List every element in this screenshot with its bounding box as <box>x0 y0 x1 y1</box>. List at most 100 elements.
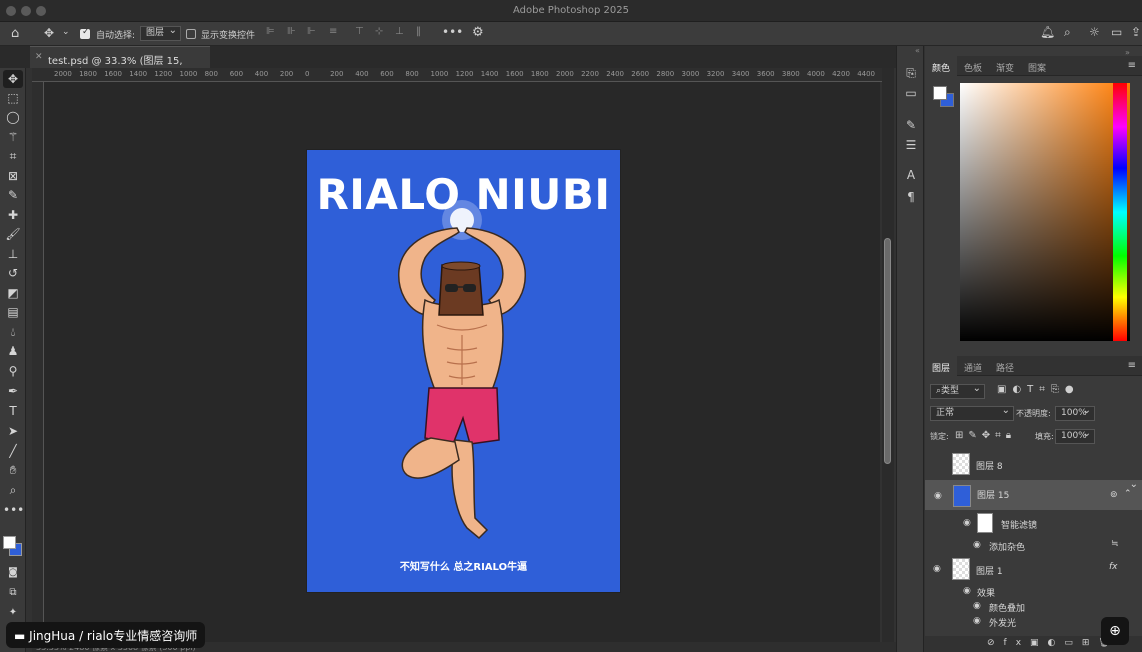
share-icon[interactable]: ⇪ <box>1131 25 1141 39</box>
tab-channels[interactable]: 通道 <box>957 356 989 376</box>
align-right-icon[interactable]: ⊩ <box>307 26 316 37</box>
tab-swatches[interactable]: 色板 <box>957 56 989 76</box>
history-brush-tool-icon[interactable]: ↺ <box>3 264 23 282</box>
fill-input[interactable]: 100% <box>1055 427 1095 444</box>
move-tool-icon[interactable]: ✥ <box>3 70 23 88</box>
artwork-tagline: 不知写什么 总之RIALO牛逼 <box>399 562 528 573</box>
screen-mode-icon[interactable]: ⧉ <box>3 584 23 602</box>
foreground-color-swatch[interactable] <box>3 536 16 549</box>
distribute-horizontal-icon[interactable]: ≡ <box>329 26 337 37</box>
dodge-tool-icon[interactable]: ♟ <box>3 342 23 360</box>
panel-menu-icon[interactable]: ≡ <box>1122 56 1142 75</box>
layer-filter-icons[interactable]: ▣◐T⌗⎘● <box>997 384 1080 395</box>
tab-gradients[interactable]: 渐变 <box>989 56 1021 76</box>
vertical-ruler[interactable] <box>32 82 44 642</box>
pen-tool-icon[interactable]: ✒ <box>3 382 23 400</box>
search-icon[interactable]: ⌕ <box>1064 25 1071 40</box>
fx-icon[interactable]: fx <box>1109 562 1118 572</box>
document-artwork[interactable]: RIALO NIUBI 不知写什么 总之RIALO牛逼 <box>307 150 620 592</box>
move-tool-preset-icon[interactable]: ✥ <box>44 26 54 40</box>
auto-select-checkbox[interactable] <box>80 27 90 39</box>
edit-toolbar-icon[interactable]: ••• <box>3 501 24 519</box>
color-field[interactable] <box>960 83 1130 341</box>
eye-icon[interactable]: ◉ <box>973 601 981 611</box>
bulb-icon[interactable]: ☼ <box>1089 25 1100 39</box>
history-panel-icon[interactable]: ⎘ <box>903 66 919 81</box>
lock-icons[interactable]: ⊞✎✥⌗🔒︎ <box>955 430 1016 441</box>
crop-tool-icon[interactable]: ⌗ <box>3 147 23 165</box>
effect-row[interactable]: ◉ 颜色叠加 <box>925 599 1142 614</box>
magic-wand-tool-icon[interactable]: ⚚ <box>3 128 23 146</box>
align-left-icon[interactable]: ⊫ <box>266 26 275 37</box>
smudge-tool-icon[interactable]: ⚲ <box>3 362 23 380</box>
bell-icon[interactable]: 🔔︎ <box>1040 25 1055 39</box>
opacity-input[interactable]: 100% <box>1055 404 1095 421</box>
filter-options-icon[interactable]: ≒ <box>1111 539 1119 549</box>
more-options-button[interactable]: ••• <box>442 25 463 39</box>
healing-brush-tool-icon[interactable]: ✚ <box>3 206 23 224</box>
adjustments-icon[interactable]: ☰ <box>903 138 919 152</box>
marquee-tool-icon[interactable]: ⬚ <box>3 89 23 107</box>
show-transform-checkbox[interactable] <box>186 29 196 39</box>
tab-patterns[interactable]: 图案 <box>1021 56 1053 76</box>
workspace-icon[interactable]: ▭ <box>1111 25 1122 39</box>
eye-icon[interactable]: ◉ <box>933 564 941 574</box>
align-middle-icon[interactable]: ⊹ <box>375 26 383 37</box>
hand-tool-icon[interactable]: ✋︎ <box>3 461 23 479</box>
zoom-tool-icon[interactable]: ⌕ <box>3 481 23 499</box>
eraser-tool-icon[interactable]: ◩ <box>3 284 23 302</box>
tab-paths[interactable]: 路径 <box>989 356 1021 376</box>
layers-menu-icon[interactable]: ≡ <box>1122 356 1142 375</box>
effects-row[interactable]: ◉ 效果 <box>925 584 1142 599</box>
hue-slider[interactable] <box>1113 83 1127 341</box>
eyedropper-tool-icon[interactable]: ✎ <box>3 186 23 204</box>
frame-tool-icon[interactable]: ⊠ <box>3 167 23 185</box>
zoom-in-icon[interactable]: ⊕ <box>1101 617 1129 645</box>
chevron-down-icon[interactable]: ⌄ <box>62 27 70 37</box>
align-center-icon[interactable]: ⊪ <box>287 26 296 37</box>
layer-row[interactable]: ◉ 图层 1 fx <box>925 554 1142 584</box>
path-selection-tool-icon[interactable]: ➤ <box>3 422 23 440</box>
home-icon[interactable]: ⌂ <box>11 26 19 41</box>
layer-row-selected[interactable]: ◉ 图层 15 ⊚ ⌃ <box>925 478 1142 510</box>
gear-icon[interactable]: ⚙ <box>472 25 484 40</box>
scrollbar-thumb[interactable] <box>884 238 891 464</box>
gradient-tool-icon[interactable]: ▤ <box>3 303 23 321</box>
clone-stamp-tool-icon[interactable]: ⊥ <box>3 245 23 263</box>
eye-icon[interactable]: ◉ <box>973 540 981 550</box>
generative-icon[interactable]: ✦ <box>3 604 23 622</box>
horizontal-ruler[interactable]: 2000 1800 1600 1400 1200 1000 800 600 400 200 0 200… <box>32 68 882 82</box>
smart-filters-row[interactable]: ◉ 智能滤镜 <box>925 510 1142 536</box>
align-bottom-icon[interactable]: ⊥ <box>395 26 404 37</box>
line-tool-icon[interactable]: ╱ <box>3 442 23 460</box>
collapse-arrow-icon[interactable]: ⌃ <box>1124 488 1132 501</box>
lasso-tool-icon[interactable]: ◯ <box>3 108 23 126</box>
close-tab-icon[interactable]: ✕ <box>35 52 43 62</box>
blend-mode-dropdown[interactable]: 正常 <box>930 404 1014 421</box>
paragraph-panel-icon[interactable]: ¶ <box>903 190 919 204</box>
eye-icon[interactable]: ◉ <box>963 518 971 528</box>
effects-label: 效果 <box>977 589 996 599</box>
auto-select-dropdown[interactable]: 图层 <box>140 24 182 41</box>
comments-panel-icon[interactable]: ▭ <box>903 86 919 100</box>
layer-row[interactable]: ◉ 图层 8 <box>925 449 1142 479</box>
eye-icon[interactable]: ◉ <box>963 586 971 596</box>
distribute-vertical-icon[interactable]: ‖ <box>416 26 421 37</box>
align-top-icon[interactable]: ⊤ <box>355 26 364 37</box>
type-tool-icon[interactable]: T <box>3 402 23 420</box>
eye-icon[interactable]: ◉ <box>973 616 981 626</box>
collapse-dock-icon[interactable]: « <box>915 46 920 55</box>
blur-tool-icon[interactable]: 💧︎ <box>3 323 23 341</box>
eye-icon[interactable]: ◉ <box>934 490 942 503</box>
layer-filter-dropdown[interactable]: ⌕类型 <box>930 382 985 399</box>
brush-tool-icon[interactable]: 🖌︎ <box>3 225 23 243</box>
brush-settings-icon[interactable]: ✎ <box>903 118 919 132</box>
quick-mask-icon[interactable]: ◙ <box>3 564 23 582</box>
tab-layers[interactable]: 图层 <box>925 356 958 376</box>
filter-row[interactable]: ◉ 添加杂色 ≒ <box>925 536 1142 554</box>
vertical-scrollbar[interactable] <box>882 68 894 642</box>
character-panel-icon[interactable]: A <box>903 168 919 182</box>
tab-color[interactable]: 颜色 <box>925 56 958 76</box>
color-panel-foreground-swatch[interactable] <box>933 86 947 100</box>
document-tab[interactable]: ✕ test.psd @ 33.3% (图层 15, RGB/8) * <box>30 46 210 78</box>
